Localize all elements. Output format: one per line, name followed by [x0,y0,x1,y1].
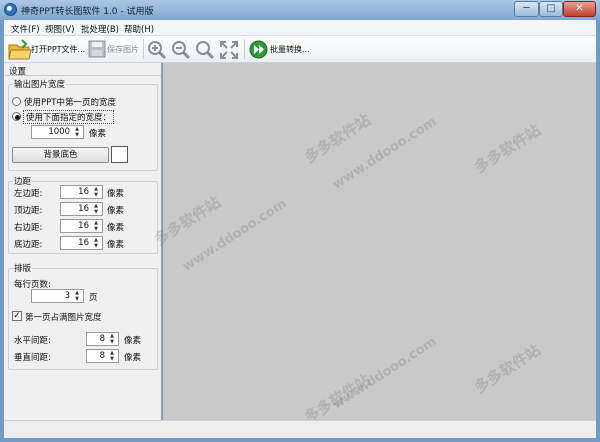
horizontal-gap-value: 8 [99,334,105,344]
menu-file[interactable]: 文件(F) [11,23,40,35]
fit-window-icon[interactable] [219,40,239,60]
layout-group-title: 排版 [13,262,33,274]
top-margin-label: 顶边距: [14,206,43,216]
minimize-button[interactable]: ─ [514,1,539,17]
left-margin-value: 16 [78,187,89,197]
vertical-gap-unit: 像素 [124,353,142,363]
right-margin-unit: 像素 [107,223,125,233]
top-margin-value: 16 [78,204,89,214]
batch-convert-button[interactable]: 批量转换... [270,44,310,55]
menu-batch[interactable]: 批处理(B) [81,23,119,35]
background-color-button[interactable]: 背景底色 [12,147,109,163]
status-bar [4,420,596,438]
save-image-button[interactable]: 保存图片 [107,44,139,55]
maximize-button[interactable]: □ [539,1,563,17]
left-margin-spinner[interactable]: 16 ▲ ▼ [60,185,103,199]
menu-view[interactable]: 视图(V) [45,23,74,35]
toolbar-separator [143,39,144,59]
zoom-in-icon[interactable] [147,40,167,60]
vertical-gap-value: 8 [99,351,105,361]
horizontal-gap-unit: 像素 [124,336,142,346]
app-icon [4,3,17,16]
pages-per-row-spinner[interactable]: 3 ▲ ▼ [31,289,84,303]
top-margin-unit: 像素 [107,206,125,216]
bottom-margin-label: 底边距: [14,240,43,250]
first-page-full-width-label[interactable]: 第一页占满图片宽度 [25,311,102,323]
pages-per-row-unit: 页 [89,293,98,303]
bottom-margin-value: 16 [78,238,89,248]
right-margin-value: 16 [78,221,89,231]
pages-per-row-value: 3 [64,291,70,301]
first-page-full-width-checkbox[interactable]: ✓ [12,311,22,321]
zoom-actual-icon[interactable] [195,40,215,60]
radio-first-page-width-label[interactable]: 使用PPT中第一页的宽度 [24,96,116,108]
save-icon[interactable] [88,40,106,58]
radio-first-page-width[interactable] [12,97,21,106]
bottom-margin-unit: 像素 [107,240,125,250]
top-margin-spinner[interactable]: 16 ▲ ▼ [60,202,103,216]
close-button[interactable]: ✕ [563,1,596,17]
batch-convert-icon[interactable] [249,40,268,59]
radio-custom-width-label[interactable]: 使用下面指定的宽度： [23,110,115,124]
width-group-title: 输出图片宽度 [13,78,67,90]
open-ppt-button[interactable]: 打开PPT文件... [31,44,85,55]
menu-help[interactable]: 帮助(H) [124,23,154,35]
width-value: 1000 [48,127,70,137]
right-margin-label: 右边距: [14,223,43,233]
left-margin-label: 左边距: [14,189,43,199]
toolbar-separator [244,39,245,59]
vertical-gap-spinner[interactable]: 8 ▲ ▼ [86,349,119,363]
radio-custom-width[interactable] [12,112,21,121]
margin-group-title: 边距 [13,175,33,187]
horizontal-gap-label: 水平间距: [14,336,51,346]
zoom-out-icon[interactable] [171,40,191,60]
bottom-margin-spinner[interactable]: 16 ▲ ▼ [60,236,103,250]
window-title: 神奇PPT转长图软件 1.0 - 试用版 [21,7,154,17]
width-unit: 像素 [89,129,107,139]
vertical-gap-label: 垂直间距: [14,353,51,363]
width-spinner[interactable]: 1000 ▲ ▼ [31,125,84,139]
right-margin-spinner[interactable]: 16 ▲ ▼ [60,219,103,233]
background-color-swatch[interactable] [111,146,128,163]
open-folder-icon[interactable] [8,39,32,61]
horizontal-gap-spinner[interactable]: 8 ▲ ▼ [86,332,119,346]
divider [5,75,161,76]
left-margin-unit: 像素 [107,189,125,199]
